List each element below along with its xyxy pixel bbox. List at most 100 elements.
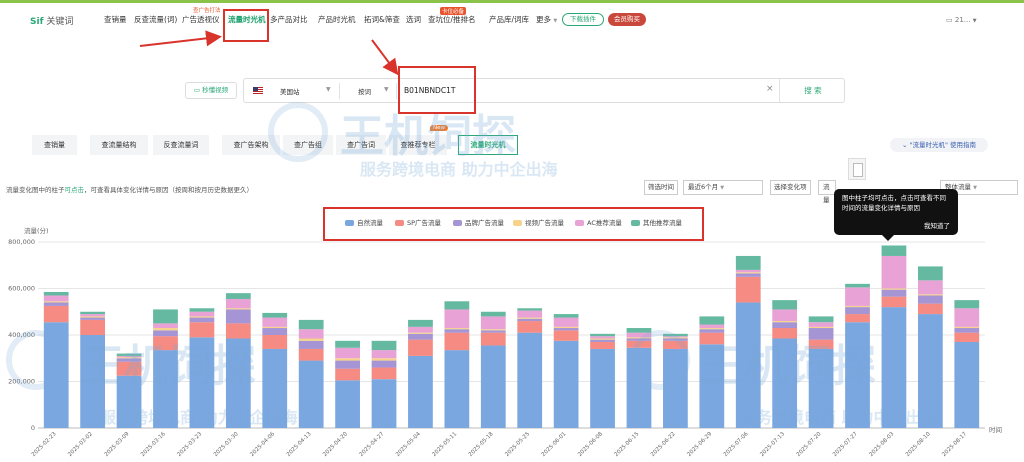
bar-segment[interactable]	[590, 338, 615, 340]
bar-segment[interactable]	[553, 330, 579, 341]
bar-segment[interactable]	[371, 340, 397, 351]
site-select[interactable]: 美国站	[280, 86, 300, 96]
nav-item-keyword-select[interactable]: 选词	[406, 14, 421, 25]
bar-segment[interactable]	[43, 291, 69, 296]
bar-segment[interactable]	[954, 332, 980, 342]
bar-segment[interactable]	[189, 308, 215, 312]
bar-segment[interactable]	[335, 358, 360, 361]
bar-segment[interactable]	[480, 332, 506, 346]
nav-item-multi-compare[interactable]: 多产品对比	[270, 14, 308, 25]
bar-segment[interactable]	[116, 355, 142, 358]
bar-segment[interactable]	[408, 332, 433, 334]
bar-segment[interactable]	[845, 283, 870, 288]
bar-segment[interactable]	[80, 335, 106, 428]
bar-segment[interactable]	[626, 337, 652, 339]
bar-segment[interactable]	[225, 308, 251, 310]
nav-item-reverse-traffic[interactable]: 反查流量(词)	[134, 14, 177, 25]
bar-segment[interactable]	[881, 245, 907, 256]
bar-segment[interactable]	[735, 255, 761, 270]
bar-segment[interactable]	[845, 322, 870, 428]
bar-segment[interactable]	[116, 357, 142, 359]
bar-segment[interactable]	[444, 329, 470, 333]
bar-segment[interactable]	[298, 348, 324, 361]
bar-segment[interactable]	[663, 340, 688, 349]
bar-segment[interactable]	[444, 350, 470, 428]
bar-segment[interactable]	[917, 314, 943, 428]
legend-item[interactable]: 自然流量	[345, 217, 383, 227]
bar-segment[interactable]	[116, 353, 142, 356]
bar-segment[interactable]	[335, 380, 360, 428]
search-button[interactable]: 搜 索	[779, 79, 846, 102]
bar-segment[interactable]	[663, 333, 688, 337]
bar-segment[interactable]	[881, 296, 907, 308]
nav-item-more[interactable]: 更多 ▼	[536, 14, 557, 25]
user-menu[interactable]: ▭ 21... ▼	[946, 16, 977, 24]
bar-segment[interactable]	[881, 307, 907, 428]
quick-video-button[interactable]: ▭ 秒懂视频	[185, 82, 237, 99]
bar-segment[interactable]	[298, 360, 324, 428]
bar-segment[interactable]	[845, 305, 870, 308]
bar-segment[interactable]	[225, 309, 251, 324]
nav-item-ad-inspector[interactable]: 广告透视仪	[182, 14, 220, 25]
nav-item-sales[interactable]: 查销量	[104, 14, 127, 25]
bar-segment[interactable]	[954, 328, 980, 333]
bar-segment[interactable]	[335, 360, 360, 369]
bar-segment[interactable]	[80, 317, 106, 320]
bar-segment[interactable]	[626, 332, 652, 338]
bar-segment[interactable]	[808, 339, 834, 349]
bar-segment[interactable]	[298, 319, 324, 330]
legend-item[interactable]: 品牌广告流量	[453, 217, 504, 227]
bar-segment[interactable]	[444, 332, 470, 351]
bar-segment[interactable]	[517, 310, 543, 318]
bar-segment[interactable]	[480, 316, 506, 330]
clear-icon[interactable]: ×	[766, 84, 774, 94]
bar-segment[interactable]	[590, 339, 615, 342]
bar-segment[interactable]	[480, 311, 506, 317]
bar-segment[interactable]	[626, 328, 652, 333]
mode-select[interactable]: 按词	[358, 86, 371, 96]
bar-segment[interactable]	[189, 337, 215, 428]
bar-segment[interactable]	[699, 332, 725, 345]
bar-segment[interactable]	[480, 330, 506, 333]
legend-item[interactable]: SP广告流量	[395, 217, 441, 227]
bar-segment[interactable]	[298, 338, 324, 341]
tab-sales[interactable]: 查销量	[32, 135, 77, 155]
bar-segment[interactable]	[590, 333, 615, 337]
bar-segment[interactable]	[262, 328, 288, 335]
bar-segment[interactable]	[444, 309, 470, 329]
download-plugin-button[interactable]: 下载插件	[562, 13, 604, 26]
bar-segment[interactable]	[371, 358, 397, 361]
bar-segment[interactable]	[590, 341, 615, 349]
bar-segment[interactable]	[262, 348, 288, 428]
bar-segment[interactable]	[371, 379, 397, 428]
tab-ad-structure[interactable]: 查广告架构	[222, 135, 280, 155]
bar-segment[interactable]	[444, 301, 470, 310]
legend-item[interactable]: 其他推荐流量	[631, 217, 682, 227]
bar-segment[interactable]	[881, 289, 907, 297]
bar-segment[interactable]	[408, 355, 433, 428]
bar-segment[interactable]	[808, 322, 834, 327]
hint-link[interactable]: 可点击	[65, 186, 85, 194]
period-select[interactable]: 最近6个月 ▼	[683, 180, 763, 195]
bar-segment[interactable]	[772, 300, 798, 310]
bar-segment[interactable]	[845, 287, 870, 306]
bar-segment[interactable]	[335, 340, 360, 348]
bar-segment[interactable]	[808, 348, 834, 428]
bar-segment[interactable]	[735, 273, 761, 277]
bar-segment[interactable]	[954, 300, 980, 309]
bar-segment[interactable]	[808, 316, 834, 323]
bar-segment[interactable]	[553, 314, 579, 318]
tab-traffic-time-machine[interactable]: 流量时光机	[458, 135, 518, 155]
bar-segment[interactable]	[153, 330, 178, 337]
bar-segment[interactable]	[663, 338, 688, 341]
usage-guide-link[interactable]: ⌄ "流量时光机" 使用指南	[890, 138, 988, 152]
bar-segment[interactable]	[153, 336, 178, 351]
bar-segment[interactable]	[699, 316, 725, 325]
bar-segment[interactable]	[189, 317, 215, 323]
bar-segment[interactable]	[43, 322, 69, 428]
bar-segment[interactable]	[408, 319, 433, 327]
bar-segment[interactable]	[917, 303, 943, 315]
bar-segment[interactable]	[480, 345, 506, 428]
bar-segment[interactable]	[517, 332, 543, 428]
bar-segment[interactable]	[808, 328, 834, 340]
